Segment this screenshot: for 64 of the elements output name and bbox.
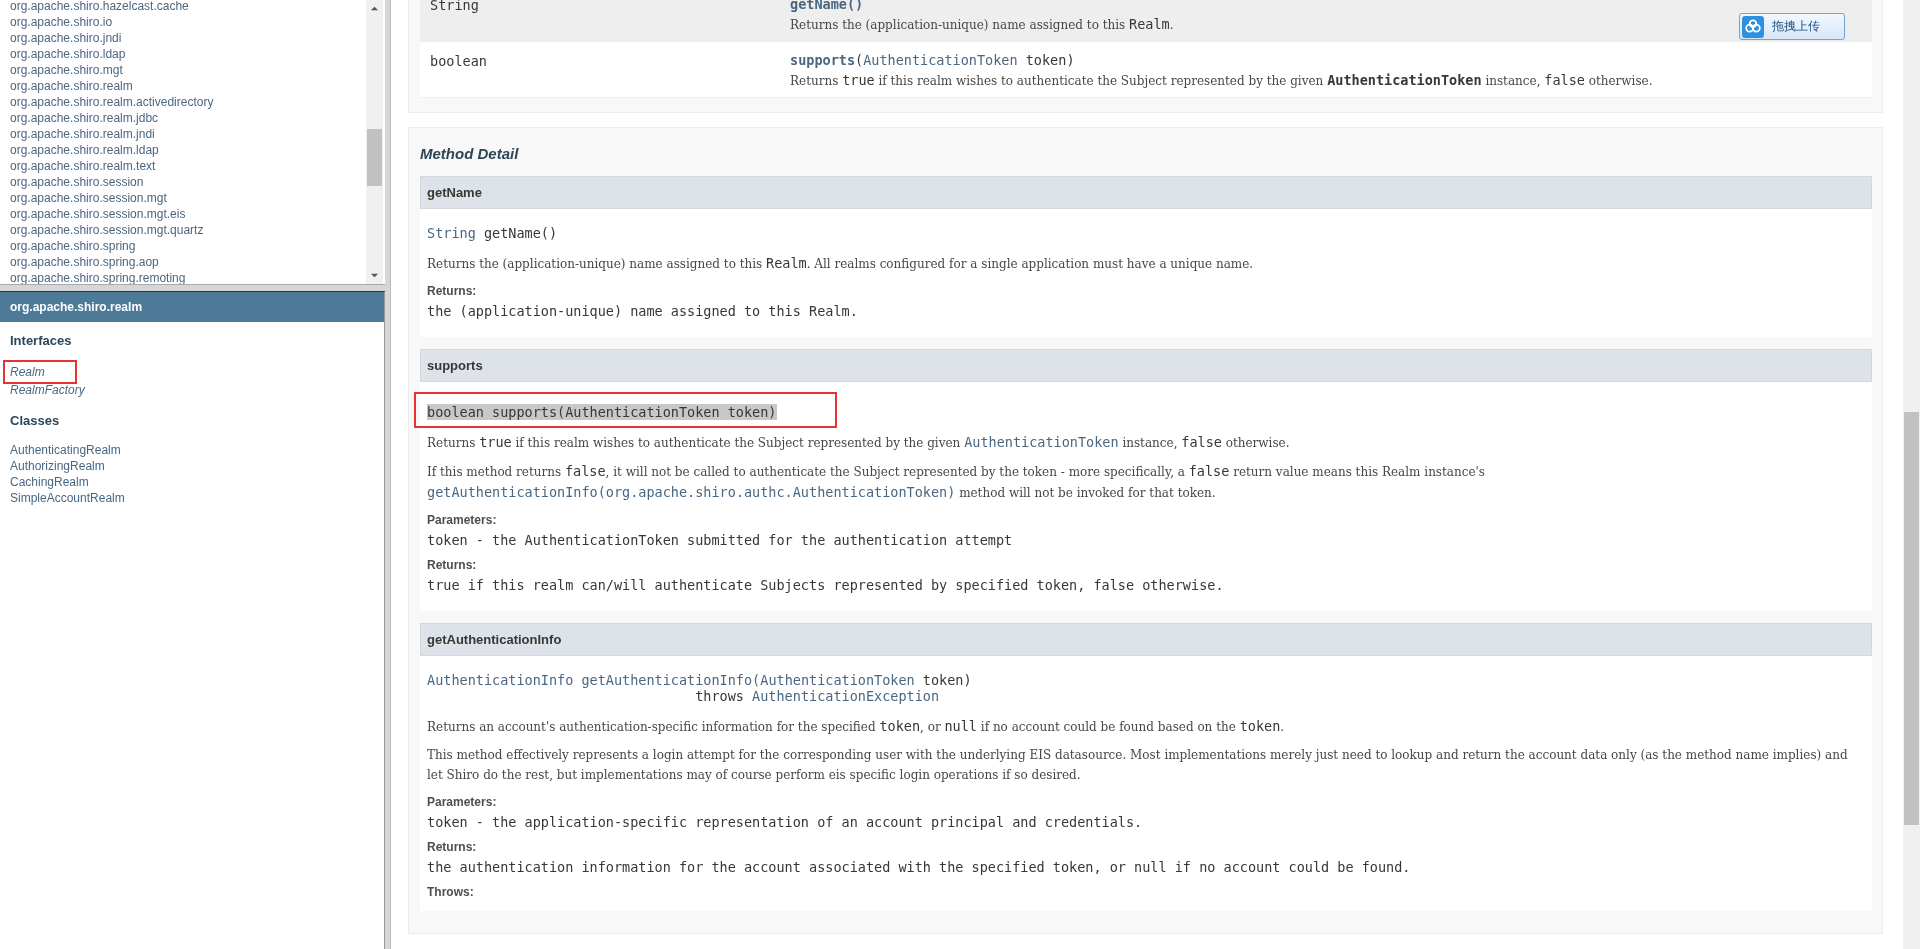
scrollbar[interactable] [366,0,383,284]
class-link[interactable]: SimpleAccountRealm [10,490,125,506]
package-link[interactable]: org.apache.shiro.realm [10,78,366,94]
package-link[interactable]: org.apache.shiro.session [10,174,366,190]
upload-button[interactable]: 拖拽上传 [1739,13,1845,40]
cloud-icon [1742,15,1764,38]
package-link[interactable]: org.apache.shiro.realm.activedirectory [10,94,366,110]
frame-splitter[interactable] [0,284,385,292]
method-description: Returns true if this realm wishes to authenticate the Subject represented by the given AuthenticationToken instance, false otherwise. [790,71,1653,90]
class-link[interactable]: CachingRealm [10,474,89,490]
scroll-down-arrow-icon[interactable] [370,271,379,280]
field-label: Parameters: [427,795,498,809]
return-type: String [430,0,480,15]
scroll-up-arrow-icon[interactable] [370,4,379,13]
interface-link[interactable]: Realm [3,360,77,384]
field-label: Parameters: [427,513,498,527]
method-signature: boolean supports(AuthenticationToken token) [414,392,837,428]
section-heading: Method Detail [420,145,520,162]
field-label: Returns: [427,840,478,854]
package-link[interactable]: org.apache.shiro.spring.remoting [10,270,366,284]
scrollbar-thumb[interactable] [367,129,382,186]
method-name-bar: getName [420,176,1872,209]
method-signature: AuthenticationInfo getAuthenticationInfo(AuthenticationToken token) throws AuthenticationException [427,671,973,706]
package-link[interactable]: org.apache.shiro.io [10,14,366,30]
code-text: token - the application-specific representation of an account principal and credentials. [427,814,1144,830]
package-link[interactable]: org.apache.shiro.spring.aop [10,254,366,270]
package-link[interactable]: org.apache.shiro.realm.jndi [10,126,366,142]
package-link[interactable]: org.apache.shiro.spring [10,238,366,254]
package-link[interactable]: org.apache.shiro.realm.ldap [10,142,366,158]
package-link[interactable]: org.apache.shiro.jndi [10,30,366,46]
class-link[interactable]: AuthorizingRealm [10,458,105,474]
description-paragraph: Returns an account's authentication-specific information for the specified token, or null if no account could be found based on the token. [427,717,1286,736]
package-link[interactable]: org.apache.shiro.realm.text [10,158,366,174]
package-link[interactable]: org.apache.shiro.session.mgt.quartz [10,222,366,238]
field-label: Throws: [427,885,475,899]
package-link[interactable]: org.apache.shiro.realm.jdbc [10,110,366,126]
description-paragraph: Returns true if this realm wishes to authenticate the Subject represented by the given AuthenticationToken instance, false otherwise. [427,433,1291,452]
section-heading: Classes [9,412,61,430]
method-name-bar: getAuthenticationInfo [420,623,1872,656]
package-link[interactable]: org.apache.shiro.mgt [10,62,366,78]
method-signature: String getName() [427,224,559,243]
package-link[interactable]: org.apache.shiro.session.mgt [10,190,366,206]
class-link[interactable]: AuthenticatingRealm [10,442,121,458]
scrollbar[interactable] [1903,0,1920,949]
code-text: true if this realm can/will authenticate Subjects represented by specified token, false otherwise. [427,577,1225,593]
package-link[interactable]: org.apache.shiro.ldap [10,46,366,62]
field-label: Returns: [427,558,478,572]
code-text: token - the AuthenticationToken submitted for the authentication attempt [427,532,1014,548]
method-description: Returns the (application-unique) name assigned to this Realm. [790,15,1174,34]
scrollbar-thumb[interactable] [1904,412,1919,825]
package-title-bar: org.apache.shiro.realm [0,292,384,322]
package-link[interactable]: org.apache.shiro.session.mgt.eis [10,206,366,222]
description-paragraph: This method effectively represents a login attempt for the corresponding user with the underlying EIS datasource. Most implementations merely just need to lookup and return the account data only (as the method name implies) and let Shiro do the rest, but implementations may of course perform eis specific login operations if so desired. [427,747,1849,784]
description-paragraph: Returns the (application-unique) name assigned to this Realm. All realms configured for a single application must have a unique name. [427,254,1255,273]
interface-link[interactable]: RealmFactory [10,382,85,398]
code-text: the (application-unique) name assigned to this Realm. [427,303,859,319]
section-heading: Interfaces [9,332,73,350]
field-label: Returns: [427,284,478,298]
code-text: the authentication information for the account associated with the specified token, or null if no account could be found. [427,859,1412,875]
description-paragraph: If this method returns false, it will not be called to authenticate the Subject represented by the token - more specifically, a false return value means this Realm instance's getAuthenticationInfo(org.apache.shiro.authc.AuthenticationToken) method will not be invoked for that token. [427,462,1486,502]
package-link[interactable]: org.apache.shiro.hazelcast.cache [10,0,366,14]
method-signature-link[interactable]: supports(AuthenticationToken token) [790,50,1653,70]
return-type: boolean [430,52,488,71]
method-name-bar: supports [420,349,1872,382]
